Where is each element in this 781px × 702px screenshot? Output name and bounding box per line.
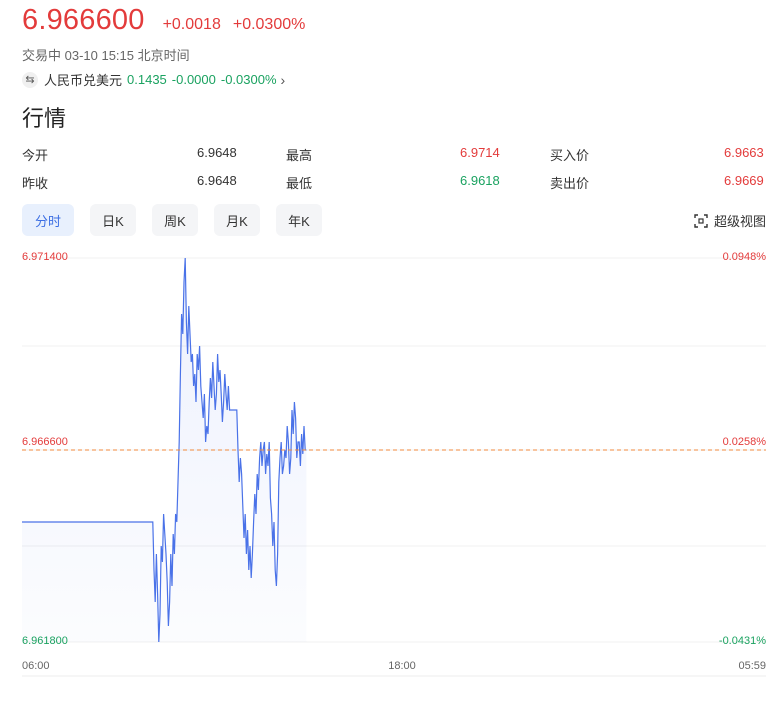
x-tick: 05:59	[738, 660, 766, 672]
tab-intraday[interactable]: 分时	[22, 204, 74, 236]
y-tick-left: 6.971400	[22, 251, 68, 263]
current-price: 6.966600	[22, 4, 145, 36]
section-title: 行情	[22, 106, 67, 131]
high-value: 6.9714	[460, 145, 500, 160]
price-change: +0.0018	[162, 16, 221, 33]
low-label: 最低	[286, 176, 313, 191]
bid-value: 6.9663	[724, 145, 764, 160]
tab-weekly[interactable]: 周K	[152, 204, 198, 236]
super-view-label: 超级视图	[713, 214, 766, 229]
super-view-button[interactable]: 超级视图	[694, 211, 766, 230]
x-tick: 18:00	[388, 660, 416, 672]
prev-close-label: 昨收	[22, 176, 49, 191]
high-label: 最高	[286, 148, 313, 163]
related-pair-name: 人民币兑美元	[44, 73, 123, 88]
swap-icon: ⇆	[22, 71, 38, 88]
trading-status: 交易中 03-10 15:15 北京时间	[22, 48, 190, 63]
tab-monthly[interactable]: 月K	[214, 204, 260, 236]
price-header: 6.966600 +0.0018 +0.0300%	[22, 4, 305, 37]
open-label: 今开	[22, 148, 49, 163]
y-tick-right: 0.0948%	[723, 251, 767, 263]
low-value: 6.9618	[460, 173, 500, 188]
expand-icon	[694, 213, 708, 228]
y-tick-right: -0.0431%	[719, 635, 766, 647]
related-pair-change: -0.0000	[171, 72, 216, 87]
ask-label: 卖出价	[550, 176, 590, 191]
y-tick-right: 0.0258%	[723, 436, 767, 448]
tab-yearly[interactable]: 年K	[276, 204, 322, 236]
tab-daily[interactable]: 日K	[90, 204, 136, 236]
chevron-right-icon: ›	[280, 71, 286, 88]
quote-row-1: 今开 6.9648 最高 6.9714 买入价 6.9663	[22, 140, 766, 168]
related-pair-value: 0.1435	[127, 72, 167, 87]
quote-row-2: 昨收 6.9648 最低 6.9618 卖出价 6.9669	[22, 168, 766, 196]
prev-close-value: 6.9648	[197, 173, 237, 188]
x-tick: 06:00	[22, 660, 50, 672]
y-tick-left: 6.966600	[22, 436, 68, 448]
open-value: 6.9648	[197, 145, 237, 160]
ask-value: 6.9669	[724, 173, 764, 188]
intraday-chart[interactable]: 6.971400 6.966600 6.961800 0.0948% 0.0258% -0…	[0, 244, 781, 684]
period-tabs: 分时 日K 周K 月K 年K	[22, 204, 338, 236]
related-pair-link[interactable]: ⇆ 人民币兑美元 0.1435 -0.0000 -0.0300% ›	[22, 70, 285, 89]
price-change-percent: +0.0300%	[232, 16, 306, 33]
chart-svg: 6.971400 6.966600 6.961800 0.0948% 0.0258% -0…	[22, 251, 767, 677]
y-tick-left: 6.961800	[22, 635, 68, 647]
bid-label: 买入价	[550, 148, 590, 163]
related-pair-change-percent: -0.0300%	[220, 72, 277, 87]
